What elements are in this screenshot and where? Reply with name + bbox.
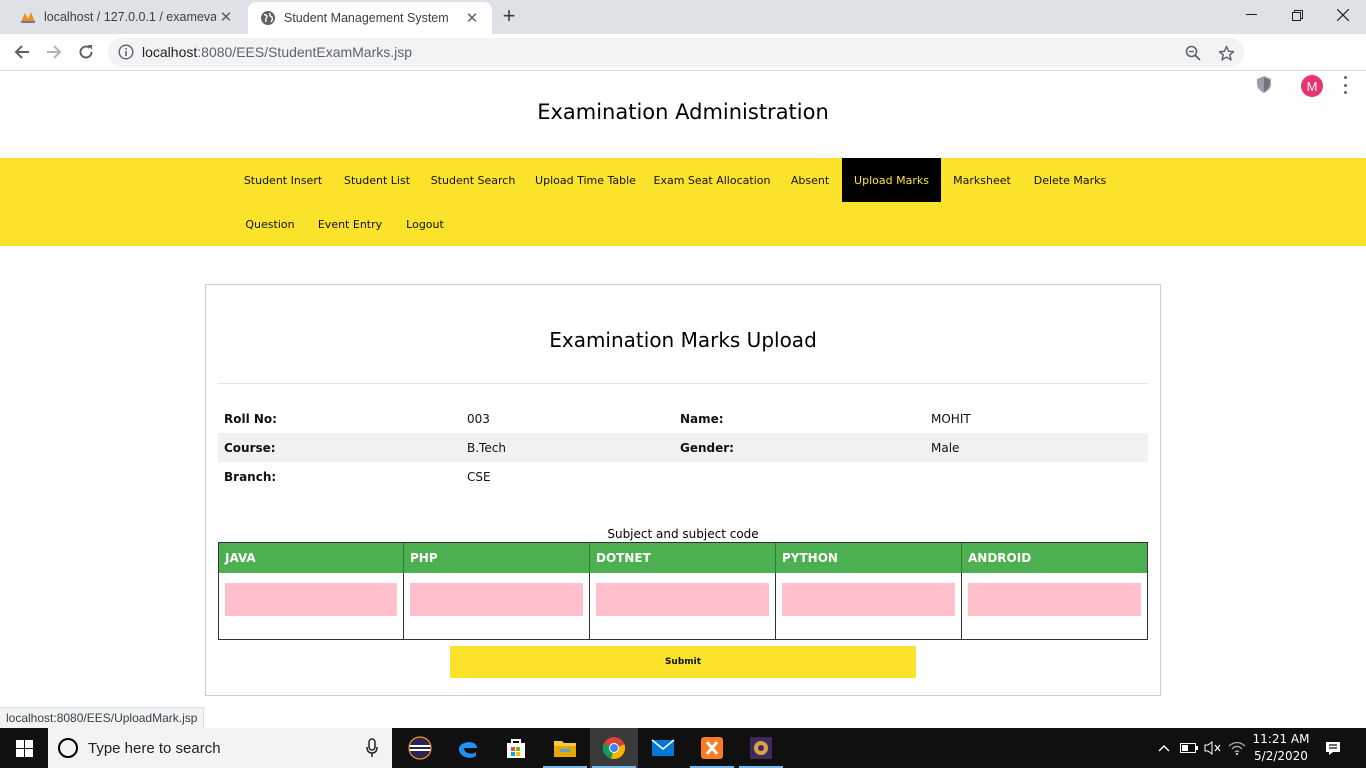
address-bar[interactable]: localhost:8080/EES/StudentExamMarks.jsp xyxy=(108,38,1244,67)
chrome-menu-icon[interactable] xyxy=(1342,76,1348,94)
nav-upload-marks[interactable]: Upload Marks xyxy=(842,158,941,202)
java-marks-input[interactable] xyxy=(225,583,397,616)
volume-muted-icon[interactable] xyxy=(1202,728,1224,768)
nav-logout[interactable]: Logout xyxy=(393,202,457,246)
cortana-icon xyxy=(58,738,78,758)
subject-header-java: JAVA xyxy=(219,543,404,573)
nav-delete-marks[interactable]: Delete Marks xyxy=(1023,158,1117,202)
nav-exam-seat-allocation[interactable]: Exam Seat Allocation xyxy=(646,158,778,202)
marks-upload-panel: Examination Marks Upload Roll No: 003 Na… xyxy=(205,284,1161,696)
minimize-icon[interactable] xyxy=(1228,0,1274,30)
column-divider xyxy=(961,573,962,639)
wifi-icon[interactable] xyxy=(1226,728,1248,768)
back-arrow-icon[interactable] xyxy=(8,38,36,66)
shield-extension-icon[interactable] xyxy=(1257,76,1275,96)
column-divider xyxy=(589,573,590,639)
gender-label: Gender: xyxy=(680,441,734,455)
url-path: :8080/EES/StudentExamMarks.jsp xyxy=(197,44,413,60)
clock-date: 5/2/2020 xyxy=(1254,749,1308,763)
tomcat-app-icon[interactable] xyxy=(737,728,785,768)
nav-upload-time-table[interactable]: Upload Time Table xyxy=(525,158,646,202)
eclipse-app-icon[interactable] xyxy=(396,728,444,768)
restore-icon[interactable] xyxy=(1274,0,1320,30)
reload-icon[interactable] xyxy=(72,38,100,66)
nav-student-list[interactable]: Student List xyxy=(333,158,421,202)
tab-title: localhost / 127.0.0.1 / examevalu xyxy=(44,10,216,24)
roll-value: 003 xyxy=(467,412,490,426)
marks-table: JAVA PHP DOTNET PYTHON ANDROID xyxy=(218,542,1148,640)
phpmyadmin-icon xyxy=(20,9,36,25)
taskbar-search-box[interactable]: Type here to search xyxy=(48,728,392,768)
form-title: Examination Marks Upload xyxy=(549,328,817,352)
nav-student-insert[interactable]: Student Insert xyxy=(233,158,333,202)
windows-taskbar: Type here to search 11:21 AM 5/2/2020 xyxy=(0,728,1366,768)
submit-button[interactable]: Submit xyxy=(450,646,916,678)
mail-app-icon[interactable] xyxy=(639,728,687,768)
clock-time: 11:21 AM xyxy=(1252,732,1310,746)
python-marks-input[interactable] xyxy=(782,583,955,616)
site-info-icon[interactable] xyxy=(118,44,134,60)
column-divider xyxy=(775,573,776,639)
windows-start-icon[interactable] xyxy=(0,728,48,768)
url-host: localhost xyxy=(142,44,198,60)
roll-label: Roll No: xyxy=(224,412,277,426)
student-info-row: Roll No: 003 Name: MOHIT xyxy=(218,404,1148,433)
close-tab-icon[interactable]: ✕ xyxy=(462,8,482,28)
subject-header-dotnet: DOTNET xyxy=(590,543,776,573)
url-text: localhost:8080/EES/StudentExamMarks.jsp xyxy=(142,44,412,60)
tab-title: Student Management System xyxy=(284,11,449,25)
globe-icon xyxy=(260,10,276,26)
name-label: Name: xyxy=(680,412,724,426)
column-divider xyxy=(403,573,404,639)
student-info-row: Course: B.Tech Gender: Male xyxy=(218,433,1148,462)
tab-student-management[interactable]: Student Management System ✕ xyxy=(248,2,492,34)
nav-marksheet[interactable]: Marksheet xyxy=(941,158,1023,202)
battery-icon[interactable] xyxy=(1178,728,1200,768)
close-window-icon[interactable] xyxy=(1320,0,1366,30)
taskbar-clock[interactable]: 11:21 AM 5/2/2020 xyxy=(1246,731,1316,765)
site-title: Examination Administration xyxy=(537,100,829,124)
edge-app-icon[interactable] xyxy=(444,728,492,768)
branch-value: CSE xyxy=(467,470,491,484)
taskbar-search-placeholder: Type here to search xyxy=(88,740,221,757)
nav-question[interactable]: Question xyxy=(233,202,307,246)
subject-header-android: ANDROID xyxy=(968,551,1032,565)
course-label: Course: xyxy=(224,441,276,455)
branch-label: Branch: xyxy=(224,470,277,484)
tab-phpmyadmin[interactable]: localhost / 127.0.0.1 / examevalu ✕ xyxy=(8,0,246,34)
divider xyxy=(218,383,1148,384)
browser-tab-strip: localhost / 127.0.0.1 / examevalu ✕ Stud… xyxy=(0,0,1366,34)
zoom-icon[interactable] xyxy=(1184,44,1202,62)
name-value: MOHIT xyxy=(931,412,971,426)
course-value: B.Tech xyxy=(467,441,506,455)
store-app-icon[interactable] xyxy=(492,728,540,768)
forward-arrow-icon[interactable] xyxy=(40,38,68,66)
php-marks-input[interactable] xyxy=(410,583,583,616)
nav-absent[interactable]: Absent xyxy=(778,158,842,202)
main-nav: Student Insert Student List Student Sear… xyxy=(0,158,1366,246)
table-header-row: JAVA PHP DOTNET PYTHON ANDROID xyxy=(219,543,1147,573)
xampp-app-icon[interactable] xyxy=(688,728,736,768)
gender-value: Male xyxy=(931,441,960,455)
subject-header-php: PHP xyxy=(404,543,590,573)
subjects-caption: Subject and subject code xyxy=(607,527,759,541)
show-hidden-icons-icon[interactable] xyxy=(1154,728,1174,768)
new-tab-icon[interactable]: + xyxy=(498,5,520,28)
action-center-icon[interactable] xyxy=(1318,728,1348,768)
dotnet-marks-input[interactable] xyxy=(596,583,769,616)
file-explorer-icon[interactable] xyxy=(541,728,589,768)
browser-toolbar: localhost:8080/EES/StudentExamMarks.jsp … xyxy=(0,34,1366,97)
status-bar-url: localhost:8080/EES/UploadMark.jsp xyxy=(0,707,205,728)
bookmark-star-icon[interactable] xyxy=(1217,44,1235,62)
student-info-row: Branch: CSE xyxy=(218,462,1148,491)
nav-student-search[interactable]: Student Search xyxy=(421,158,525,202)
nav-event-entry[interactable]: Event Entry xyxy=(307,202,393,246)
subject-header-python: PYTHON xyxy=(776,543,962,573)
close-tab-icon[interactable]: ✕ xyxy=(216,7,236,27)
profile-avatar[interactable]: M xyxy=(1301,75,1323,97)
microphone-icon[interactable] xyxy=(366,738,378,758)
chrome-app-icon[interactable] xyxy=(590,728,638,768)
android-marks-input[interactable] xyxy=(968,583,1141,616)
